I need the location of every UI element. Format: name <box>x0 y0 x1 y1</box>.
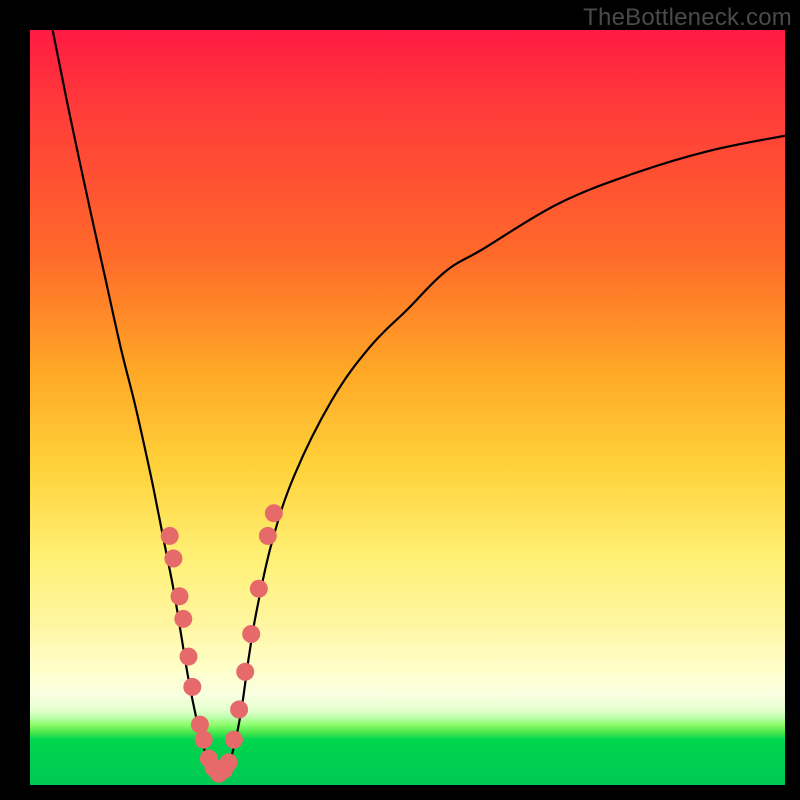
data-point <box>225 731 243 749</box>
chart-frame: TheBottleneck.com <box>0 0 800 800</box>
data-point <box>220 753 238 771</box>
plot-area <box>30 30 785 785</box>
scatter-dots <box>161 504 283 783</box>
bottleneck-curve-svg <box>30 30 785 785</box>
watermark-text: TheBottleneck.com <box>583 4 792 32</box>
data-point <box>164 550 182 568</box>
data-point <box>230 701 248 719</box>
data-point <box>171 587 189 605</box>
data-point <box>191 716 209 734</box>
data-point <box>180 648 198 666</box>
data-point <box>259 527 277 545</box>
data-point <box>250 580 268 598</box>
data-point <box>161 527 179 545</box>
data-point <box>195 731 213 749</box>
data-point <box>242 625 260 643</box>
data-point <box>265 504 283 522</box>
data-point <box>183 678 201 696</box>
bottleneck-curve <box>53 30 785 778</box>
data-point <box>236 663 254 681</box>
data-point <box>174 610 192 628</box>
